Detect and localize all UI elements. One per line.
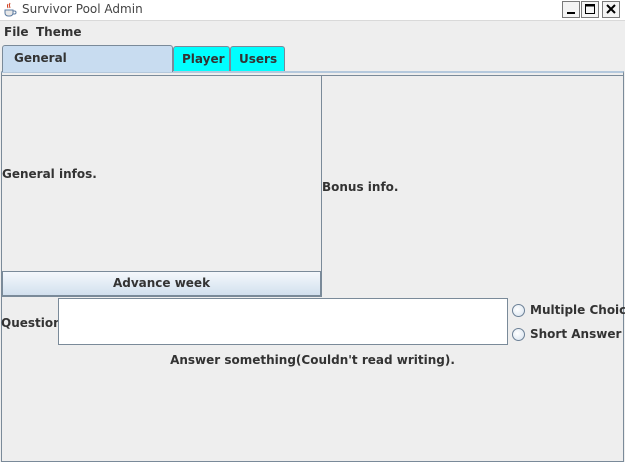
multiple-choice-label: Multiple Choice [530,303,625,317]
menu-theme[interactable]: Theme [36,25,82,39]
maximize-button[interactable] [581,1,599,18]
general-info-panel [1,75,322,297]
java-cup-icon [2,2,18,18]
tab-player[interactable]: Player [173,46,230,71]
radio-button-icon [512,328,525,341]
radio-button-icon [512,304,525,317]
bonus-info-label: Bonus info. [322,180,399,194]
answer-label: Answer something(Couldn't read writing). [170,353,455,367]
title-bar: Survivor Pool Admin [0,0,625,21]
minimize-button[interactable] [562,1,580,18]
question-label: Question: [1,316,67,330]
close-button[interactable] [602,1,620,18]
question-input[interactable] [58,298,508,345]
tab-general[interactable]: General [2,45,173,72]
advance-week-button[interactable]: Advance week [2,271,321,296]
window-title: Survivor Pool Admin [22,2,143,16]
general-info-label: General infos. [2,167,97,181]
short-answer-label: Short Answer [530,327,622,341]
menu-bar: File Theme [0,22,625,42]
tab-users[interactable]: Users [230,46,285,71]
menu-file[interactable]: File [4,25,29,39]
